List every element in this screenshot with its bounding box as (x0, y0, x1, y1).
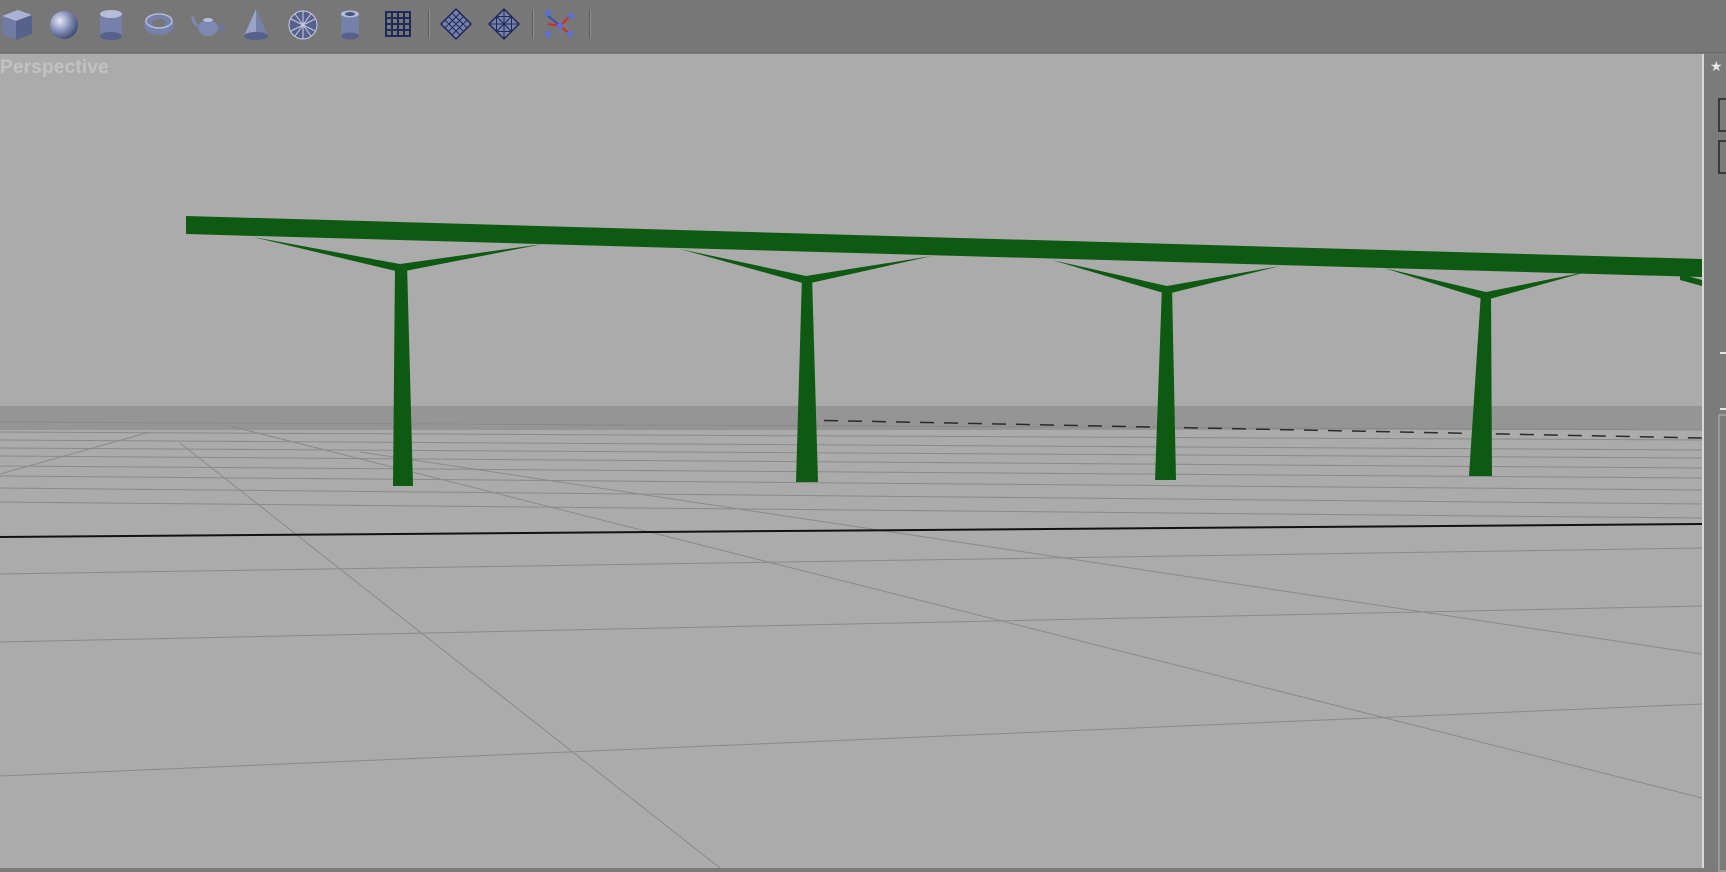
star-icon[interactable]: ★ (1710, 58, 1723, 75)
teapot-icon[interactable] (188, 4, 228, 44)
cone-icon[interactable] (236, 4, 276, 44)
viewport-label[interactable]: Perspective (0, 57, 109, 79)
toolbar-separator (589, 10, 591, 38)
scene-canvas (0, 216, 1702, 868)
cylinder-icon[interactable] (91, 4, 131, 44)
column-4 (1469, 292, 1492, 476)
tube-icon[interactable] (330, 4, 370, 44)
command-panel-edge[interactable]: ★ (1702, 54, 1726, 872)
toolbar-separator (428, 10, 430, 38)
geosphere-icon[interactable] (283, 4, 323, 44)
panel-box-3 (1718, 414, 1726, 872)
particle-icon[interactable] (540, 4, 580, 44)
column-3 (1155, 286, 1176, 480)
toolbar-separator (532, 10, 534, 38)
box-icon[interactable] (0, 4, 36, 44)
panel-box-1 (1718, 98, 1726, 132)
patch-quad-icon[interactable] (436, 4, 476, 44)
sphere-icon[interactable] (44, 4, 84, 44)
patch-tri-icon[interactable] (484, 4, 524, 44)
perspective-viewport[interactable]: Perspective (0, 54, 1702, 868)
panel-divider (1720, 352, 1726, 354)
plane-grid-icon[interactable] (378, 4, 418, 44)
panel-divider (1720, 408, 1726, 410)
torus-icon[interactable] (139, 4, 179, 44)
panel-box-2 (1718, 140, 1726, 174)
column-1 (393, 264, 413, 486)
column-2 (796, 276, 818, 482)
grid-lines (0, 421, 1702, 868)
primitives-toolbar (0, 0, 1726, 53)
